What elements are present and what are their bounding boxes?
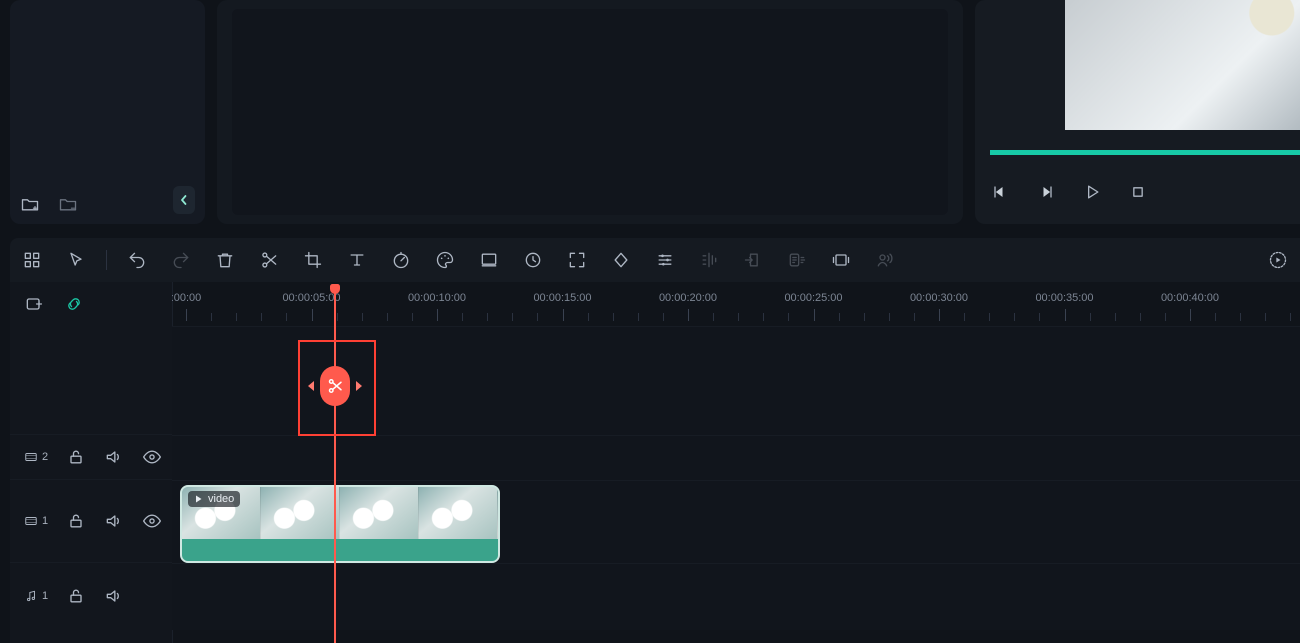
speed-icon[interactable] [391,250,411,270]
crop-icon[interactable] [303,250,323,270]
speed-ramp-icon[interactable] [523,250,543,270]
canvas-panel [217,0,963,224]
ruler-label: 00:00:10:00 [408,292,466,304]
track-head-spacer [10,326,172,434]
timeline-header-tools [10,282,172,326]
text-icon[interactable] [347,250,367,270]
keyframe-icon[interactable] [611,250,631,270]
track-audio1-index: 1 [42,590,48,602]
ruler-label: 00:00:20:00 [659,292,717,304]
track-label-video2: 2 [24,450,48,464]
undo-icon[interactable] [127,250,147,270]
player-preview-image [1065,0,1300,130]
link-tracks-icon[interactable] [64,294,84,314]
speech-to-text-icon [787,250,807,270]
clip-badge: video [188,491,240,507]
track-audio1-lock-icon[interactable] [66,586,86,606]
ruler-label: 00:00:40:00 [1161,292,1219,304]
split-scissors-icon[interactable] [320,366,350,406]
timeline-track-headers: 2 1 1 [10,282,173,643]
timeline-body[interactable]: :00:00 00:00:05:00 00:00:10:00 00:00:15:00 0… [172,282,1300,643]
timeline-toolbar [10,238,1300,282]
audio-detach-icon [743,250,763,270]
track-audio1-mute-icon[interactable] [104,586,124,606]
track-video1-mute-icon[interactable] [104,511,124,531]
track-video2-lock-icon[interactable] [66,447,86,467]
ruler-label: :00:00 [172,292,201,304]
track-head-audio1[interactable]: 1 [10,562,172,629]
track-head-video2[interactable]: 2 [10,434,172,479]
track-video2-index: 2 [42,451,48,463]
track-label-video1: 1 [24,514,48,528]
step-backward-button[interactable] [990,182,1010,202]
redo-icon[interactable] [171,250,191,270]
split-at-playhead-button[interactable] [311,366,359,406]
stop-button[interactable] [1128,182,1148,202]
timeline-lane-video1[interactable]: video [172,480,1300,563]
track-video1-lock-icon[interactable] [66,511,86,531]
track-head-video1[interactable]: 1 [10,479,172,562]
record-screen-icon[interactable] [831,250,851,270]
app-root: { "ruler": { "major_interval_px": 125.5,… [0,0,1300,643]
track-video1-index: 1 [42,515,48,527]
ruler-label: 00:00:30:00 [910,292,968,304]
play-button[interactable] [1082,182,1102,202]
track-video2-mute-icon[interactable] [104,447,124,467]
add-track-icon[interactable] [24,294,44,314]
keyframe-fit-icon[interactable] [567,250,587,270]
track-video2-visibility-icon[interactable] [142,447,162,467]
adjust-icon[interactable] [655,250,675,270]
split-nudge-right-icon[interactable] [356,381,362,391]
layout-icon[interactable] [22,250,42,270]
toolbar-separator [106,250,107,270]
color-icon[interactable] [435,250,455,270]
split-nudge-left-icon[interactable] [308,381,314,391]
new-folder-icon[interactable] [20,194,40,214]
ruler-label: 00:00:15:00 [533,292,591,304]
canvas-viewport[interactable] [232,9,948,215]
audio-adjust-icon [699,250,719,270]
step-forward-button[interactable] [1036,182,1056,202]
track-label-audio1: 1 [24,589,48,603]
top-row [10,0,1300,224]
media-panel [10,0,205,224]
chroma-key-icon[interactable] [479,250,499,270]
timeline-lane-video2[interactable] [172,435,1300,480]
media-panel-bottom [20,194,78,214]
player-controls [990,182,1148,202]
track-video1-visibility-icon[interactable] [142,511,162,531]
collapse-media-panel-button[interactable] [173,186,195,214]
player-progress-bar[interactable] [990,150,1300,155]
render-preview-icon[interactable] [1268,250,1288,270]
voice-over-icon [875,250,895,270]
video-clip[interactable]: video [180,485,500,563]
timeline-lane-audio1[interactable] [172,563,1300,630]
empty-folder-icon[interactable] [58,194,78,214]
clip-audio-strip [182,539,498,561]
ruler-label: 00:00:25:00 [784,292,842,304]
ruler-label: 00:00:35:00 [1035,292,1093,304]
player-panel [975,0,1300,224]
ruler-label: 00:00:05:00 [282,292,340,304]
split-icon[interactable] [259,250,279,270]
timeline-area: 2 1 1 [10,282,1300,643]
delete-icon[interactable] [215,250,235,270]
timeline-ruler[interactable]: :00:00 00:00:05:00 00:00:10:00 00:00:15:00 0… [172,282,1300,326]
select-tool-icon[interactable] [66,250,86,270]
clip-name: video [208,493,234,505]
